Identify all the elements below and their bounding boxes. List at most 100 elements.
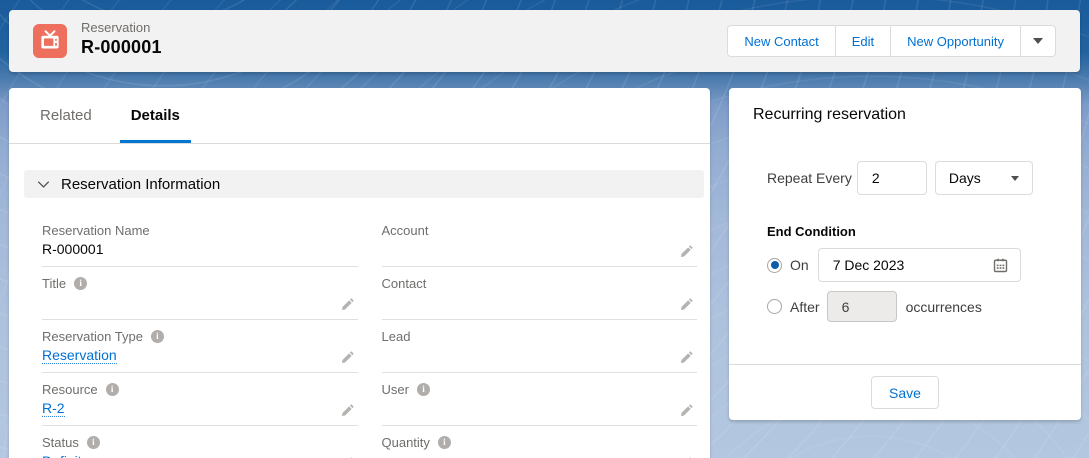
chevron-down-icon <box>37 178 50 191</box>
record-title-block: Reservation R-000001 <box>81 20 162 58</box>
repeat-every-input[interactable] <box>857 161 927 195</box>
header-action-buttons: New ContactEditNew Opportunity <box>727 25 1056 57</box>
tv-icon <box>38 29 62 53</box>
more-actions-button[interactable] <box>1020 25 1056 57</box>
edit-user-button[interactable] <box>680 403 694 417</box>
end-on-label[interactable]: On <box>790 257 809 273</box>
field-value: Reservation <box>42 347 358 367</box>
chevron-down-icon <box>1011 176 1019 181</box>
end-date-value: 7 Dec 2023 <box>833 257 905 273</box>
field-value <box>382 400 698 420</box>
field-label-text: Contact <box>382 276 427 291</box>
field-value: R-000001 <box>42 241 358 261</box>
frequency-selected-value: Days <box>949 170 981 186</box>
field-column-left: Reservation Name R-000001 Title Reservation… <box>42 214 358 458</box>
field-label: Reservation Name <box>42 222 358 238</box>
field-label-text: Reservation Name <box>42 223 150 238</box>
resource-link[interactable]: R-2 <box>42 400 65 417</box>
record-title: R-000001 <box>81 37 162 58</box>
field-resource: Resource R-2 <box>42 373 358 426</box>
field-value <box>382 241 698 261</box>
field-contact: Contact <box>382 267 698 320</box>
field-label-text: User <box>382 382 409 397</box>
info-icon[interactable] <box>87 436 100 449</box>
field-quantity: Quantity <box>382 426 698 458</box>
tab-details[interactable]: Details <box>120 88 191 143</box>
field-label-text: Quantity <box>382 435 430 450</box>
field-value <box>42 294 358 314</box>
field-status: Status Definite <box>42 426 358 458</box>
edit-lead-button[interactable] <box>680 350 694 364</box>
edit-button[interactable]: Edit <box>835 25 891 57</box>
record-header: Reservation R-000001 New ContactEditNew … <box>9 10 1080 72</box>
end-after-radio[interactable] <box>767 299 782 314</box>
new-opportunity-button[interactable]: New Opportunity <box>890 25 1021 57</box>
field-label: Lead <box>382 328 698 344</box>
object-label: Reservation <box>81 20 162 35</box>
field-grid: Reservation Name R-000001 Title Reservation… <box>42 214 697 458</box>
field-reservation-name: Reservation Name R-000001 <box>42 214 358 267</box>
chevron-down-icon <box>1033 38 1043 44</box>
frequency-select[interactable]: Days <box>935 161 1033 195</box>
field-value: Definite <box>42 453 358 458</box>
repeat-every-row: Repeat Every Days <box>767 161 1081 195</box>
edit-contact-button[interactable] <box>680 297 694 311</box>
field-label-text: Resource <box>42 382 98 397</box>
field-label: Title <box>42 275 358 291</box>
end-date-input[interactable]: 7 Dec 2023 <box>818 248 1021 282</box>
field-title: Title <box>42 267 358 320</box>
edit-resource-button[interactable] <box>341 403 355 417</box>
field-label: Contact <box>382 275 698 291</box>
field-label: Quantity <box>382 434 698 450</box>
field-user: User <box>382 373 698 426</box>
field-label-text: Reservation Type <box>42 329 143 344</box>
info-icon[interactable] <box>106 383 119 396</box>
section-title: Reservation Information <box>61 176 220 193</box>
field-label-text: Lead <box>382 329 411 344</box>
field-reservation-type: Reservation Type Reservation <box>42 320 358 373</box>
occurrences-label: occurrences <box>906 299 982 315</box>
info-icon[interactable] <box>74 277 87 290</box>
recurring-card-footer: Save <box>729 364 1081 420</box>
repeat-every-label: Repeat Every <box>767 170 852 186</box>
end-condition-label: End Condition <box>767 224 1081 239</box>
field-label-text: Account <box>382 223 429 238</box>
field-value <box>382 347 698 367</box>
field-account: Account <box>382 214 698 267</box>
field-value: R-2 <box>42 400 358 420</box>
field-label: Status <box>42 434 358 450</box>
status-link[interactable]: Definite <box>42 453 89 458</box>
end-on-row: On 7 Dec 2023 <box>767 248 1081 282</box>
field-value <box>382 294 698 314</box>
end-on-radio[interactable] <box>767 258 782 273</box>
section-reservation-information[interactable]: Reservation Information <box>24 170 704 198</box>
field-label: User <box>382 381 698 397</box>
new-contact-button[interactable]: New Contact <box>727 25 835 57</box>
field-label-text: Title <box>42 276 66 291</box>
info-icon[interactable] <box>438 436 451 449</box>
field-value <box>382 453 698 458</box>
calendar-icon[interactable] <box>993 258 1008 273</box>
reservation-type-link[interactable]: Reservation <box>42 347 117 364</box>
field-label: Account <box>382 222 698 238</box>
reservation-object-icon <box>33 24 67 58</box>
field-label-text: Status <box>42 435 79 450</box>
tab-related[interactable]: Related <box>29 88 103 143</box>
edit-title-button[interactable] <box>341 297 355 311</box>
info-icon[interactable] <box>417 383 430 396</box>
occurrences-input[interactable] <box>827 291 897 322</box>
recurring-card-title: Recurring reservation <box>729 88 1081 124</box>
end-after-label[interactable]: After <box>790 299 820 315</box>
info-icon[interactable] <box>151 330 164 343</box>
recurring-reservation-card: Recurring reservation Repeat Every Days … <box>729 88 1081 420</box>
record-tabs: Related Details <box>9 88 710 144</box>
record-detail-card: Related Details Reservation Information R… <box>9 88 710 458</box>
edit-account-button[interactable] <box>680 244 694 258</box>
field-label: Reservation Type <box>42 328 358 344</box>
save-button[interactable]: Save <box>871 376 939 409</box>
edit-reservation-type-button[interactable] <box>341 350 355 364</box>
field-column-right: Account Contact Lead User Quantity <box>382 214 698 458</box>
end-after-row: After occurrences <box>767 291 1081 322</box>
field-lead: Lead <box>382 320 698 373</box>
field-label: Resource <box>42 381 358 397</box>
